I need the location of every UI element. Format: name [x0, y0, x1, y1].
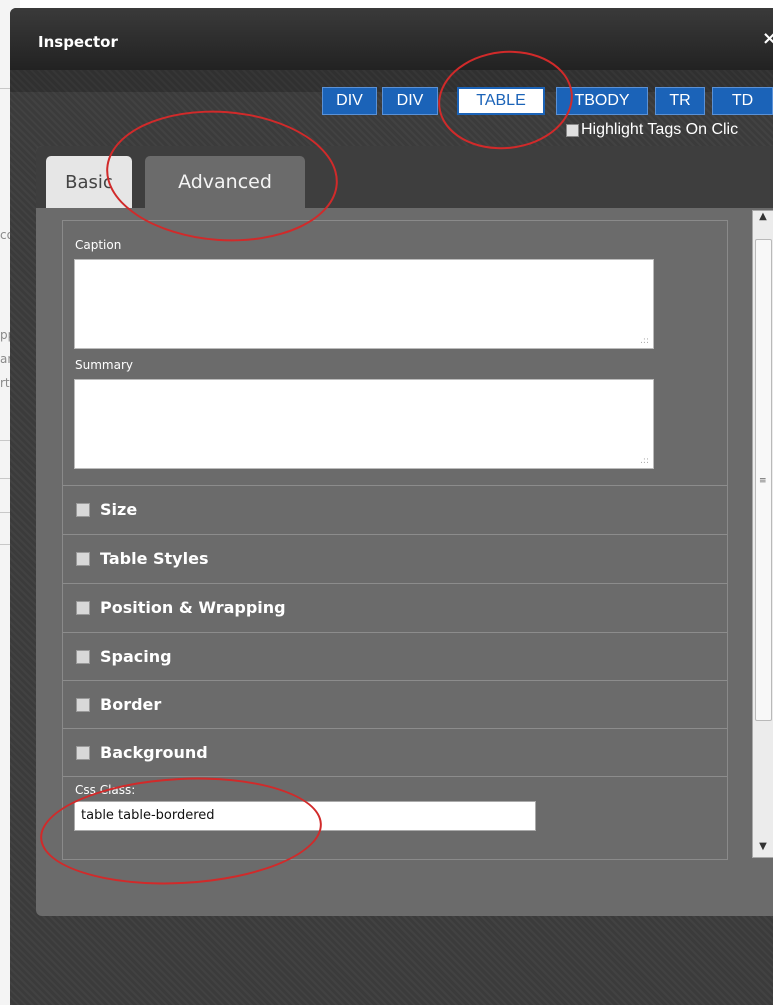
tag-button-tr[interactable]: TR — [655, 87, 705, 115]
section-table-styles[interactable]: Table Styles — [63, 534, 727, 582]
tag-button-div[interactable]: DIV — [322, 87, 377, 115]
section-spacing[interactable]: Spacing — [63, 632, 727, 680]
dialog-titlebar[interactable]: Inspector × — [10, 8, 773, 70]
summary-label: Summary — [75, 358, 133, 372]
checkbox-icon[interactable] — [76, 745, 90, 760]
caption-textarea[interactable]: .:: — [74, 259, 654, 349]
checkbox-icon[interactable] — [76, 697, 90, 712]
section-label: Table Styles — [100, 549, 209, 568]
section-label: Background — [100, 743, 208, 762]
section-border[interactable]: Border — [63, 680, 727, 728]
tab-strip: Basic Advanced — [36, 146, 773, 208]
section-label: Spacing — [100, 647, 172, 666]
dialog-title: Inspector — [38, 33, 118, 51]
tag-button-td[interactable]: TD — [712, 87, 773, 115]
scrollbar[interactable]: ▲ ≡ ▼ — [752, 210, 773, 858]
resize-grip-icon[interactable]: .:: — [640, 336, 649, 346]
checkbox-icon[interactable] — [76, 551, 90, 566]
tab-basic[interactable]: Basic — [46, 156, 132, 208]
tag-button-table[interactable]: TABLE — [457, 87, 545, 115]
tab-panel: Basic Advanced Caption .:: Summary .:: S… — [36, 146, 773, 916]
highlight-tags-option[interactable]: Highlight Tags On Clic — [566, 120, 738, 140]
highlight-tags-label: Highlight Tags On Clic — [581, 121, 739, 138]
highlight-tags-checkbox[interactable] — [566, 123, 579, 137]
checkbox-icon[interactable] — [76, 600, 90, 615]
summary-textarea[interactable]: .:: — [74, 379, 654, 469]
section-size[interactable]: Size — [63, 485, 727, 533]
section-label: Border — [100, 695, 162, 714]
scroll-thumb[interactable]: ≡ — [755, 239, 772, 721]
advanced-form: Caption .:: Summary .:: Size Table Style… — [62, 220, 728, 860]
checkbox-icon[interactable] — [76, 649, 90, 664]
caption-label: Caption — [75, 238, 122, 252]
inspector-dialog: Inspector × DIV DIV TABLE TBODY TR TD Hi… — [10, 8, 773, 1005]
tab-advanced[interactable]: Advanced — [145, 156, 305, 208]
section-position-wrapping[interactable]: Position & Wrapping — [63, 583, 727, 631]
section-label: Size — [100, 500, 138, 519]
section-label: Position & Wrapping — [100, 598, 286, 617]
tag-button-tbody[interactable]: TBODY — [556, 87, 648, 115]
tag-button-div[interactable]: DIV — [382, 87, 438, 115]
css-class-label: Css Class: — [75, 783, 136, 797]
checkbox-icon[interactable] — [76, 502, 90, 517]
thumb-grip-icon: ≡ — [759, 476, 767, 486]
resize-grip-icon[interactable]: .:: — [640, 456, 649, 466]
close-icon[interactable]: × — [762, 28, 773, 49]
css-class-input[interactable]: table table-bordered — [74, 801, 536, 831]
section-background[interactable]: Background — [63, 728, 727, 776]
scroll-arrow-icon[interactable]: ▲ — [753, 211, 773, 227]
scroll-arrow-icon[interactable]: ▼ — [753, 841, 773, 857]
